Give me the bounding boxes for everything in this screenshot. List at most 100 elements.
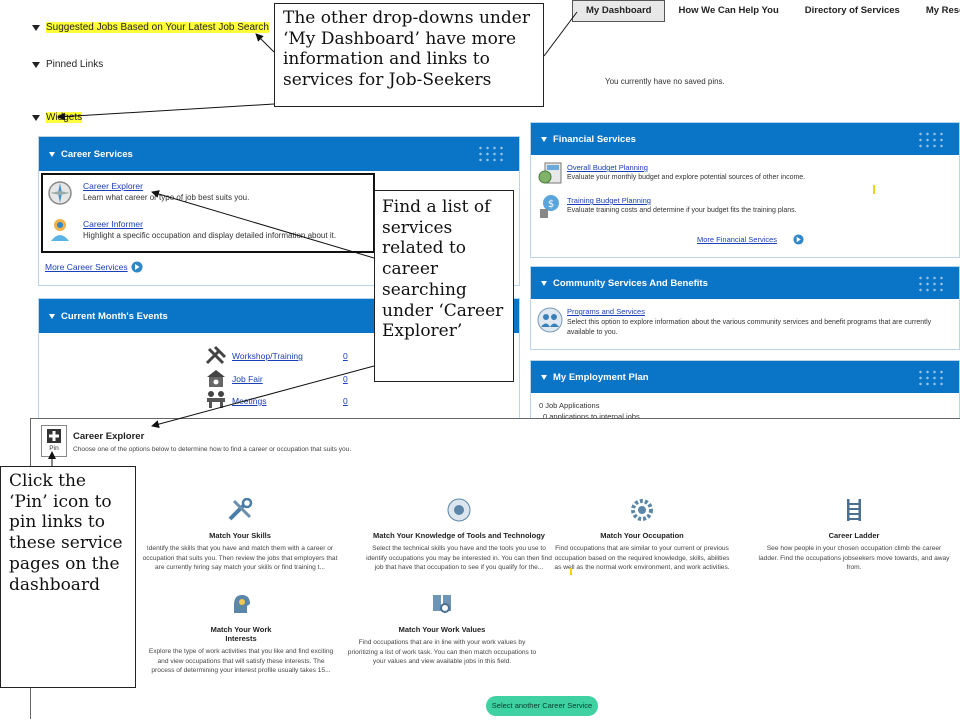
employment-plan-header[interactable]: My Employment Plan bbox=[531, 361, 959, 393]
widgets-toggle[interactable]: Widgets bbox=[32, 112, 83, 123]
option-match-tools[interactable]: Match Your Knowledge of Tools and Techno… bbox=[366, 498, 552, 573]
collapse-triangle-icon bbox=[32, 114, 40, 121]
meetings-count[interactable]: 0 bbox=[343, 396, 348, 406]
career-services-list: Career Explorer Learn what career or typ… bbox=[41, 173, 375, 253]
training-budget-link[interactable]: Training Budget Planning bbox=[567, 196, 651, 205]
option-match-values[interactable]: Match Your Work Values Find occupations … bbox=[346, 592, 538, 667]
text-cursor-marker bbox=[570, 568, 572, 575]
meeting-icon bbox=[207, 391, 225, 408]
option-title: Match Your Work Values bbox=[398, 625, 486, 634]
option-desc: Explore the type of work activities that… bbox=[148, 648, 334, 675]
collapse-triangle-icon bbox=[49, 151, 55, 157]
option-desc: Select the technical skills you have and… bbox=[366, 545, 552, 572]
job-fair-link[interactable]: Job Fair bbox=[232, 374, 263, 384]
career-explorer-desc: Learn what career or type of job best su… bbox=[83, 193, 250, 202]
tools-icon bbox=[228, 497, 253, 521]
option-desc: Identify the skills that you have and ma… bbox=[142, 545, 338, 572]
option-match-occupation[interactable]: Match Your Occupation Find occupations t… bbox=[552, 498, 732, 575]
career-explorer-title: Career Explorer bbox=[73, 431, 145, 442]
job-applications-count: 0 Job Applications bbox=[539, 401, 600, 410]
option-title: Match Your Knowledge of Tools and Techno… bbox=[373, 531, 545, 540]
collapse-triangle-icon bbox=[49, 313, 55, 319]
drag-handle-icon[interactable] bbox=[477, 145, 507, 163]
option-career-ladder[interactable]: Career Ladder See how people in your cho… bbox=[756, 498, 952, 573]
career-services-header[interactable]: Career Services bbox=[39, 137, 519, 171]
collapse-triangle-icon bbox=[32, 24, 40, 31]
programs-services-desc: Select this option to explore informatio… bbox=[567, 319, 932, 337]
career-informer-desc: Highlight a specific occupation and disp… bbox=[83, 231, 337, 240]
book-search-icon bbox=[433, 595, 451, 613]
arrow-right-circle-icon[interactable] bbox=[793, 234, 804, 245]
career-informer-link[interactable]: Career Informer bbox=[83, 219, 143, 229]
option-match-interests[interactable]: Match Your Work Interests Explore the ty… bbox=[146, 592, 336, 676]
tools-icon bbox=[205, 345, 227, 365]
option-desc: Find occupations that are similar to you… bbox=[554, 545, 730, 572]
option-desc: Find occupations that are in line with y… bbox=[347, 639, 537, 666]
community-services-title: Community Services And Benefits bbox=[553, 277, 708, 289]
person-info-icon bbox=[51, 219, 69, 241]
career-explorer-link[interactable]: Career Explorer bbox=[83, 181, 143, 191]
callout-top: The other drop-downs under ‘My Dashboard… bbox=[274, 3, 544, 107]
callout-left: Click the ‘Pin’ icon to pin links to the… bbox=[0, 466, 136, 688]
callout-middle: Find a list of services related to caree… bbox=[374, 190, 514, 382]
collapse-triangle-icon bbox=[541, 374, 547, 380]
nav-directory-of-services[interactable]: Directory of Services bbox=[792, 1, 913, 21]
top-nav: My Dashboard How We Can Help You Directo… bbox=[572, 0, 960, 22]
workshop-training-link[interactable]: Workshop/Training bbox=[232, 351, 303, 361]
nav-my-resources[interactable]: My Resources bbox=[913, 1, 960, 21]
overall-budget-desc: Evaluate your monthly budget and explore… bbox=[567, 174, 806, 181]
select-another-service-button[interactable]: Select another Career Service bbox=[486, 696, 598, 716]
option-title: Match Your Skills bbox=[209, 531, 271, 540]
nav-my-dashboard[interactable]: My Dashboard bbox=[572, 0, 666, 22]
option-title: Match Your Occupation bbox=[600, 531, 684, 540]
pinned-links-label: Pinned Links bbox=[46, 59, 104, 70]
more-financial-services-link[interactable]: More Financial Services bbox=[697, 235, 777, 244]
financial-services-widget: Financial Services Overall Budget Planni… bbox=[530, 122, 960, 258]
ladder-icon bbox=[847, 499, 861, 521]
pinned-links-toggle[interactable]: Pinned Links bbox=[32, 59, 103, 70]
drag-handle-icon[interactable] bbox=[917, 369, 947, 387]
community-services-widget: Community Services And Benefits Programs… bbox=[530, 266, 960, 350]
employment-plan-widget: My Employment Plan 0 Job Applications 0 … bbox=[530, 360, 960, 424]
suggested-jobs-toggle[interactable]: Suggested Jobs Based on Your Latest Job … bbox=[32, 22, 269, 33]
financial-services-header[interactable]: Financial Services bbox=[531, 123, 959, 155]
option-desc: See how people in your chosen occupation… bbox=[758, 545, 950, 572]
suggested-jobs-label: Suggested Jobs Based on Your Latest Job … bbox=[46, 22, 269, 33]
collapse-triangle-icon bbox=[541, 136, 547, 142]
more-career-services-link[interactable]: More Career Services bbox=[45, 262, 128, 272]
budget-calculator-icon bbox=[538, 162, 562, 184]
svg-text:$: $ bbox=[548, 199, 554, 210]
gear-icon bbox=[631, 499, 653, 521]
employment-plan-title: My Employment Plan bbox=[553, 371, 649, 383]
programs-services-link[interactable]: Programs and Services bbox=[567, 307, 645, 316]
arrow-right-circle-icon[interactable] bbox=[131, 261, 143, 273]
widgets-label: Widgets bbox=[46, 112, 83, 123]
drag-handle-icon[interactable] bbox=[917, 131, 947, 149]
collapse-triangle-icon bbox=[541, 280, 547, 286]
pin-label: Pin bbox=[49, 445, 59, 452]
community-people-icon bbox=[537, 307, 563, 333]
community-services-header[interactable]: Community Services And Benefits bbox=[531, 267, 959, 299]
pin-button[interactable]: Pin bbox=[41, 425, 67, 457]
training-budget-icon: $ bbox=[540, 195, 559, 218]
collapse-triangle-icon bbox=[32, 61, 40, 68]
pin-icon bbox=[47, 429, 61, 443]
training-budget-desc: Evaluate training costs and determine if… bbox=[567, 207, 797, 214]
job-fair-icon bbox=[207, 370, 225, 387]
option-title: Match Your Work Interests bbox=[210, 625, 272, 643]
option-match-skills[interactable]: Match Your Skills Identify the skills th… bbox=[140, 497, 340, 573]
meetings-link[interactable]: Meetings bbox=[232, 396, 267, 406]
nav-how-we-can-help[interactable]: How We Can Help You bbox=[665, 1, 791, 21]
financial-services-title: Financial Services bbox=[553, 133, 636, 145]
no-pins-message: You currently have no saved pins. bbox=[605, 77, 725, 86]
workshop-count[interactable]: 0 bbox=[343, 351, 348, 361]
overall-budget-link[interactable]: Overall Budget Planning bbox=[567, 163, 648, 172]
gear-globe-icon bbox=[447, 498, 471, 522]
drag-handle-icon[interactable] bbox=[917, 275, 947, 293]
text-cursor-marker bbox=[873, 185, 875, 194]
job-fair-count[interactable]: 0 bbox=[343, 374, 348, 384]
career-explorer-subtitle: Choose one of the options below to deter… bbox=[73, 446, 352, 453]
head-lightbulb-icon bbox=[234, 595, 250, 613]
career-services-title: Career Services bbox=[61, 148, 133, 160]
compass-icon bbox=[48, 181, 72, 205]
